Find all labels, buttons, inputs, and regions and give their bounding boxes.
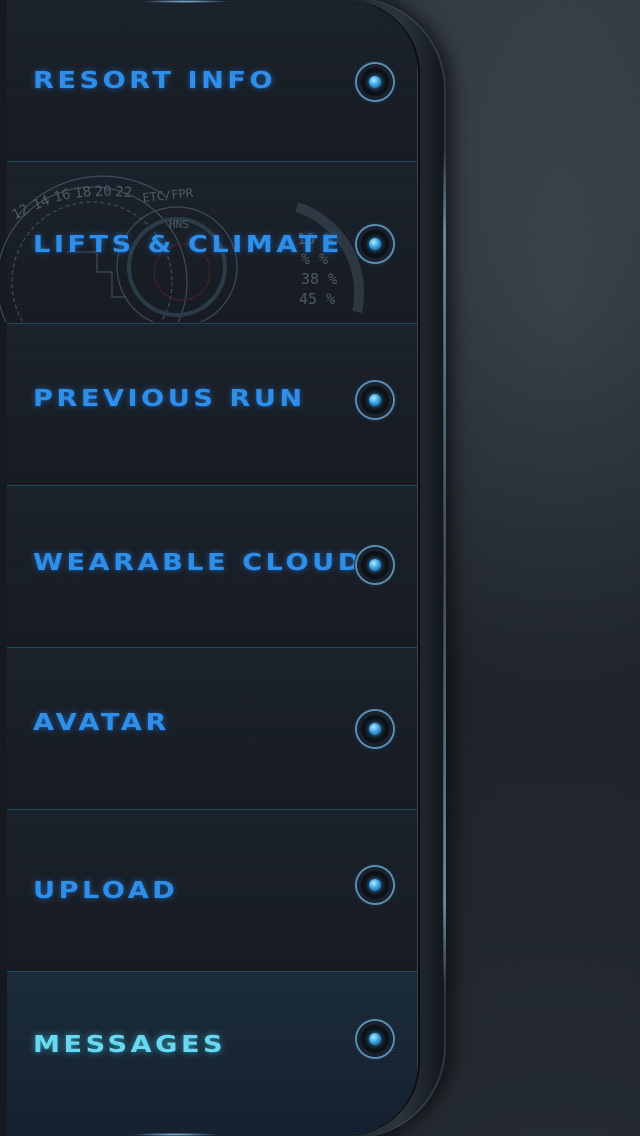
radio-knob-icon[interactable] [357, 547, 393, 583]
menu-item-label: Wearable Cloud [33, 550, 364, 576]
menu-item-lifts-climate[interactable]: 12 14 16 18 20 22 ETC/FPR HNS 16 % % % 3… [0, 162, 417, 324]
menu-item-previous-run[interactable]: Previous Run [7, 324, 417, 486]
hud-code-sublabel: HNS [169, 218, 189, 231]
radio-knob-icon[interactable] [357, 226, 393, 262]
side-menu: Resort Info [0, 0, 417, 1136]
radio-knob-icon[interactable] [357, 711, 393, 747]
radio-knob-icon[interactable] [357, 64, 393, 100]
radio-knob-icon[interactable] [357, 867, 393, 903]
hud-scale-label: 20 [95, 183, 112, 200]
screen: Resort Info [0, 0, 640, 1136]
menu-item-messages[interactable]: Messages [7, 972, 417, 1136]
radio-knob-icon[interactable] [357, 382, 393, 418]
hud-scale-label: 14 [31, 193, 53, 214]
menu-item-label: Avatar [33, 710, 170, 736]
menu-item-wearable-cloud[interactable]: Wearable Cloud [7, 486, 417, 648]
menu-item-upload[interactable]: Upload [7, 810, 417, 972]
menu-item-label: Upload [33, 878, 179, 904]
hud-code-label: ETC/FPR [142, 186, 195, 205]
radio-knob-icon[interactable] [357, 1021, 393, 1057]
menu-item-label: Previous Run [33, 386, 306, 412]
hud-percent: 45 % [299, 290, 335, 308]
menu-item-label: Resort Info [33, 68, 277, 94]
top-glow-accent [140, 0, 230, 3]
hud-percent: 38 % [301, 270, 337, 288]
menu-item-resort-info[interactable]: Resort Info [7, 0, 417, 162]
hud-scale-label: 22 [115, 184, 133, 201]
menu-item-label: Messages [33, 1032, 227, 1058]
menu-item-avatar[interactable]: Avatar [7, 648, 417, 810]
side-menu-panel: Resort Info [0, 0, 418, 1136]
hud-scale-label: 18 [73, 184, 92, 202]
menu-item-label: Lifts & Climate [33, 232, 343, 258]
